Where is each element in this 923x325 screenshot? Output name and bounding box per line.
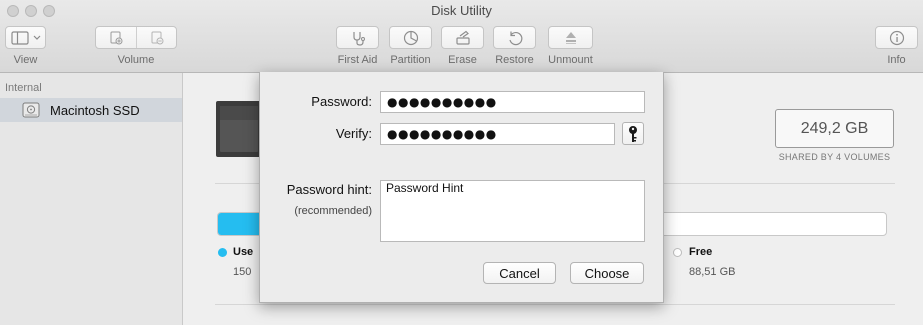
erase-label: Erase bbox=[448, 54, 477, 66]
used-legend-value: 150 bbox=[233, 266, 252, 278]
free-legend-value: 88,51 GB bbox=[689, 266, 736, 278]
sidebar-item-label: Macintosh SSD bbox=[50, 102, 140, 118]
volume-label: Volume bbox=[117, 54, 155, 66]
capacity-box: 249,2 GB bbox=[775, 109, 894, 148]
info-label: Info bbox=[887, 54, 906, 66]
choose-button[interactable]: Choose bbox=[570, 262, 644, 284]
first-aid-label: First Aid bbox=[337, 54, 378, 66]
eject-icon bbox=[565, 31, 576, 44]
volume-segmented-control bbox=[95, 26, 177, 49]
window-toolbar: Disk Utility View Volume First Aid Parti… bbox=[0, 0, 923, 73]
divider bbox=[215, 304, 895, 305]
chevron-down-icon bbox=[33, 35, 40, 40]
password-label: Password: bbox=[311, 94, 372, 109]
restore-arrow-icon bbox=[508, 31, 522, 45]
remove-volume-button[interactable] bbox=[137, 27, 177, 48]
add-volume-button[interactable] bbox=[96, 27, 136, 48]
password-assistant-button[interactable] bbox=[622, 122, 644, 145]
remove-volume-icon bbox=[151, 31, 164, 44]
password-hint-field[interactable]: Password Hint bbox=[380, 180, 645, 242]
erase-button[interactable] bbox=[441, 26, 484, 49]
unmount-button[interactable] bbox=[548, 26, 593, 49]
free-legend-label: Free bbox=[689, 246, 713, 258]
view-label: View bbox=[13, 54, 38, 66]
sidebar-item-macintosh-ssd[interactable]: Macintosh SSD bbox=[0, 98, 182, 122]
used-legend-label: Use bbox=[233, 246, 254, 258]
partition-button[interactable] bbox=[389, 26, 432, 49]
restore-button[interactable] bbox=[493, 26, 536, 49]
password-sheet: Password: ●●●●●●●●●● Verify: ●●●●●●●●●● … bbox=[259, 72, 664, 303]
verify-field[interactable]: ●●●●●●●●●● bbox=[380, 123, 615, 145]
partition-label: Partition bbox=[390, 54, 431, 66]
stethoscope-icon bbox=[352, 31, 365, 46]
used-legend-dot bbox=[218, 248, 227, 257]
internal-disk-icon bbox=[22, 102, 40, 118]
verify-label: Verify: bbox=[335, 126, 372, 141]
free-legend-dot bbox=[673, 248, 682, 257]
first-aid-button[interactable] bbox=[336, 26, 379, 49]
partition-pie-icon bbox=[403, 30, 418, 45]
sidebar: Internal Macintosh SSD bbox=[0, 73, 183, 325]
window-title: Disk Utility bbox=[431, 3, 492, 18]
sidebar-section-internal: Internal bbox=[5, 82, 42, 94]
erase-disk-icon bbox=[455, 30, 470, 45]
password-hint-sublabel: (recommended) bbox=[294, 205, 372, 217]
info-icon bbox=[889, 30, 904, 45]
unmount-label: Unmount bbox=[548, 54, 593, 66]
capacity-note: SHARED BY 4 VOLUMES bbox=[778, 152, 891, 162]
sidebar-view-icon bbox=[10, 30, 40, 45]
password-hint-label: Password hint: bbox=[286, 182, 372, 197]
restore-label: Restore bbox=[495, 54, 534, 66]
add-volume-icon bbox=[110, 31, 123, 44]
key-icon bbox=[629, 125, 637, 142]
info-button[interactable] bbox=[875, 26, 918, 49]
ssd-drive-icon bbox=[216, 101, 262, 157]
view-button[interactable] bbox=[5, 26, 46, 49]
cancel-button[interactable]: Cancel bbox=[483, 262, 556, 284]
password-field[interactable]: ●●●●●●●●●● bbox=[380, 91, 645, 113]
